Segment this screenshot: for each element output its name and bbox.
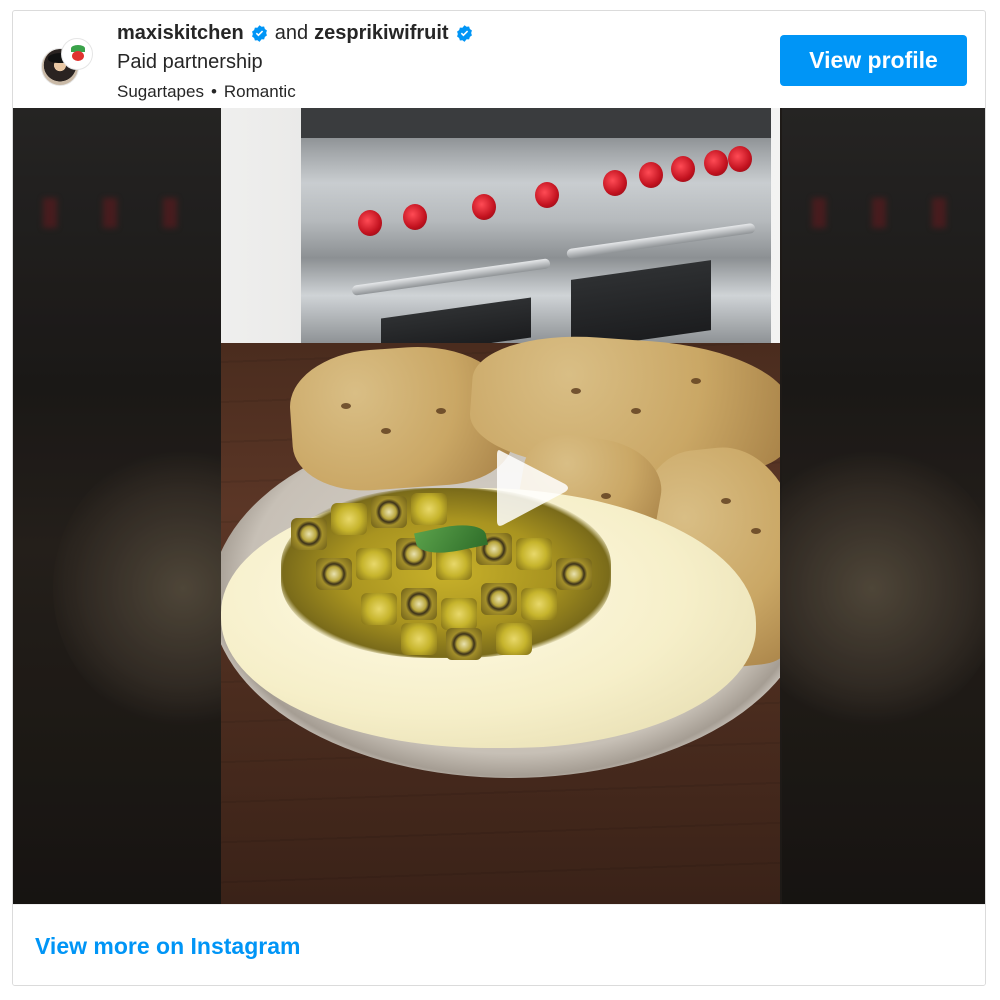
- instagram-embed-card: maxiskitchen and zesprikiwifruit Paid pa…: [12, 10, 986, 986]
- author-username[interactable]: maxiskitchen: [117, 22, 244, 45]
- profile-avatars[interactable]: [41, 38, 93, 90]
- blurred-backdrop-right: [742, 108, 985, 904]
- partner-username[interactable]: zesprikiwifruit: [314, 22, 448, 45]
- audio-title: Romantic: [223, 82, 296, 101]
- authors-conjunction: and: [274, 21, 309, 44]
- view-more-link[interactable]: View more on Instagram: [35, 933, 300, 960]
- audio-separator: •: [210, 82, 217, 101]
- blurred-backdrop-left: [13, 108, 313, 904]
- paid-partnership-label[interactable]: Paid partnership: [117, 51, 263, 74]
- post-header: maxiskitchen and zesprikiwifruit Paid pa…: [13, 11, 985, 108]
- audio-info[interactable]: Sugartapes • Romantic: [117, 82, 296, 102]
- play-icon[interactable]: [473, 433, 583, 543]
- video-player[interactable]: [13, 108, 985, 904]
- post-authors: maxiskitchen and zesprikiwifruit: [117, 20, 474, 46]
- partner-avatar[interactable]: [61, 38, 93, 70]
- audio-artist: Sugartapes: [117, 82, 204, 101]
- verified-badge-icon: [455, 24, 474, 43]
- verified-badge-icon: [250, 24, 269, 43]
- view-profile-button[interactable]: View profile: [780, 35, 967, 86]
- post-footer: View more on Instagram: [13, 904, 985, 985]
